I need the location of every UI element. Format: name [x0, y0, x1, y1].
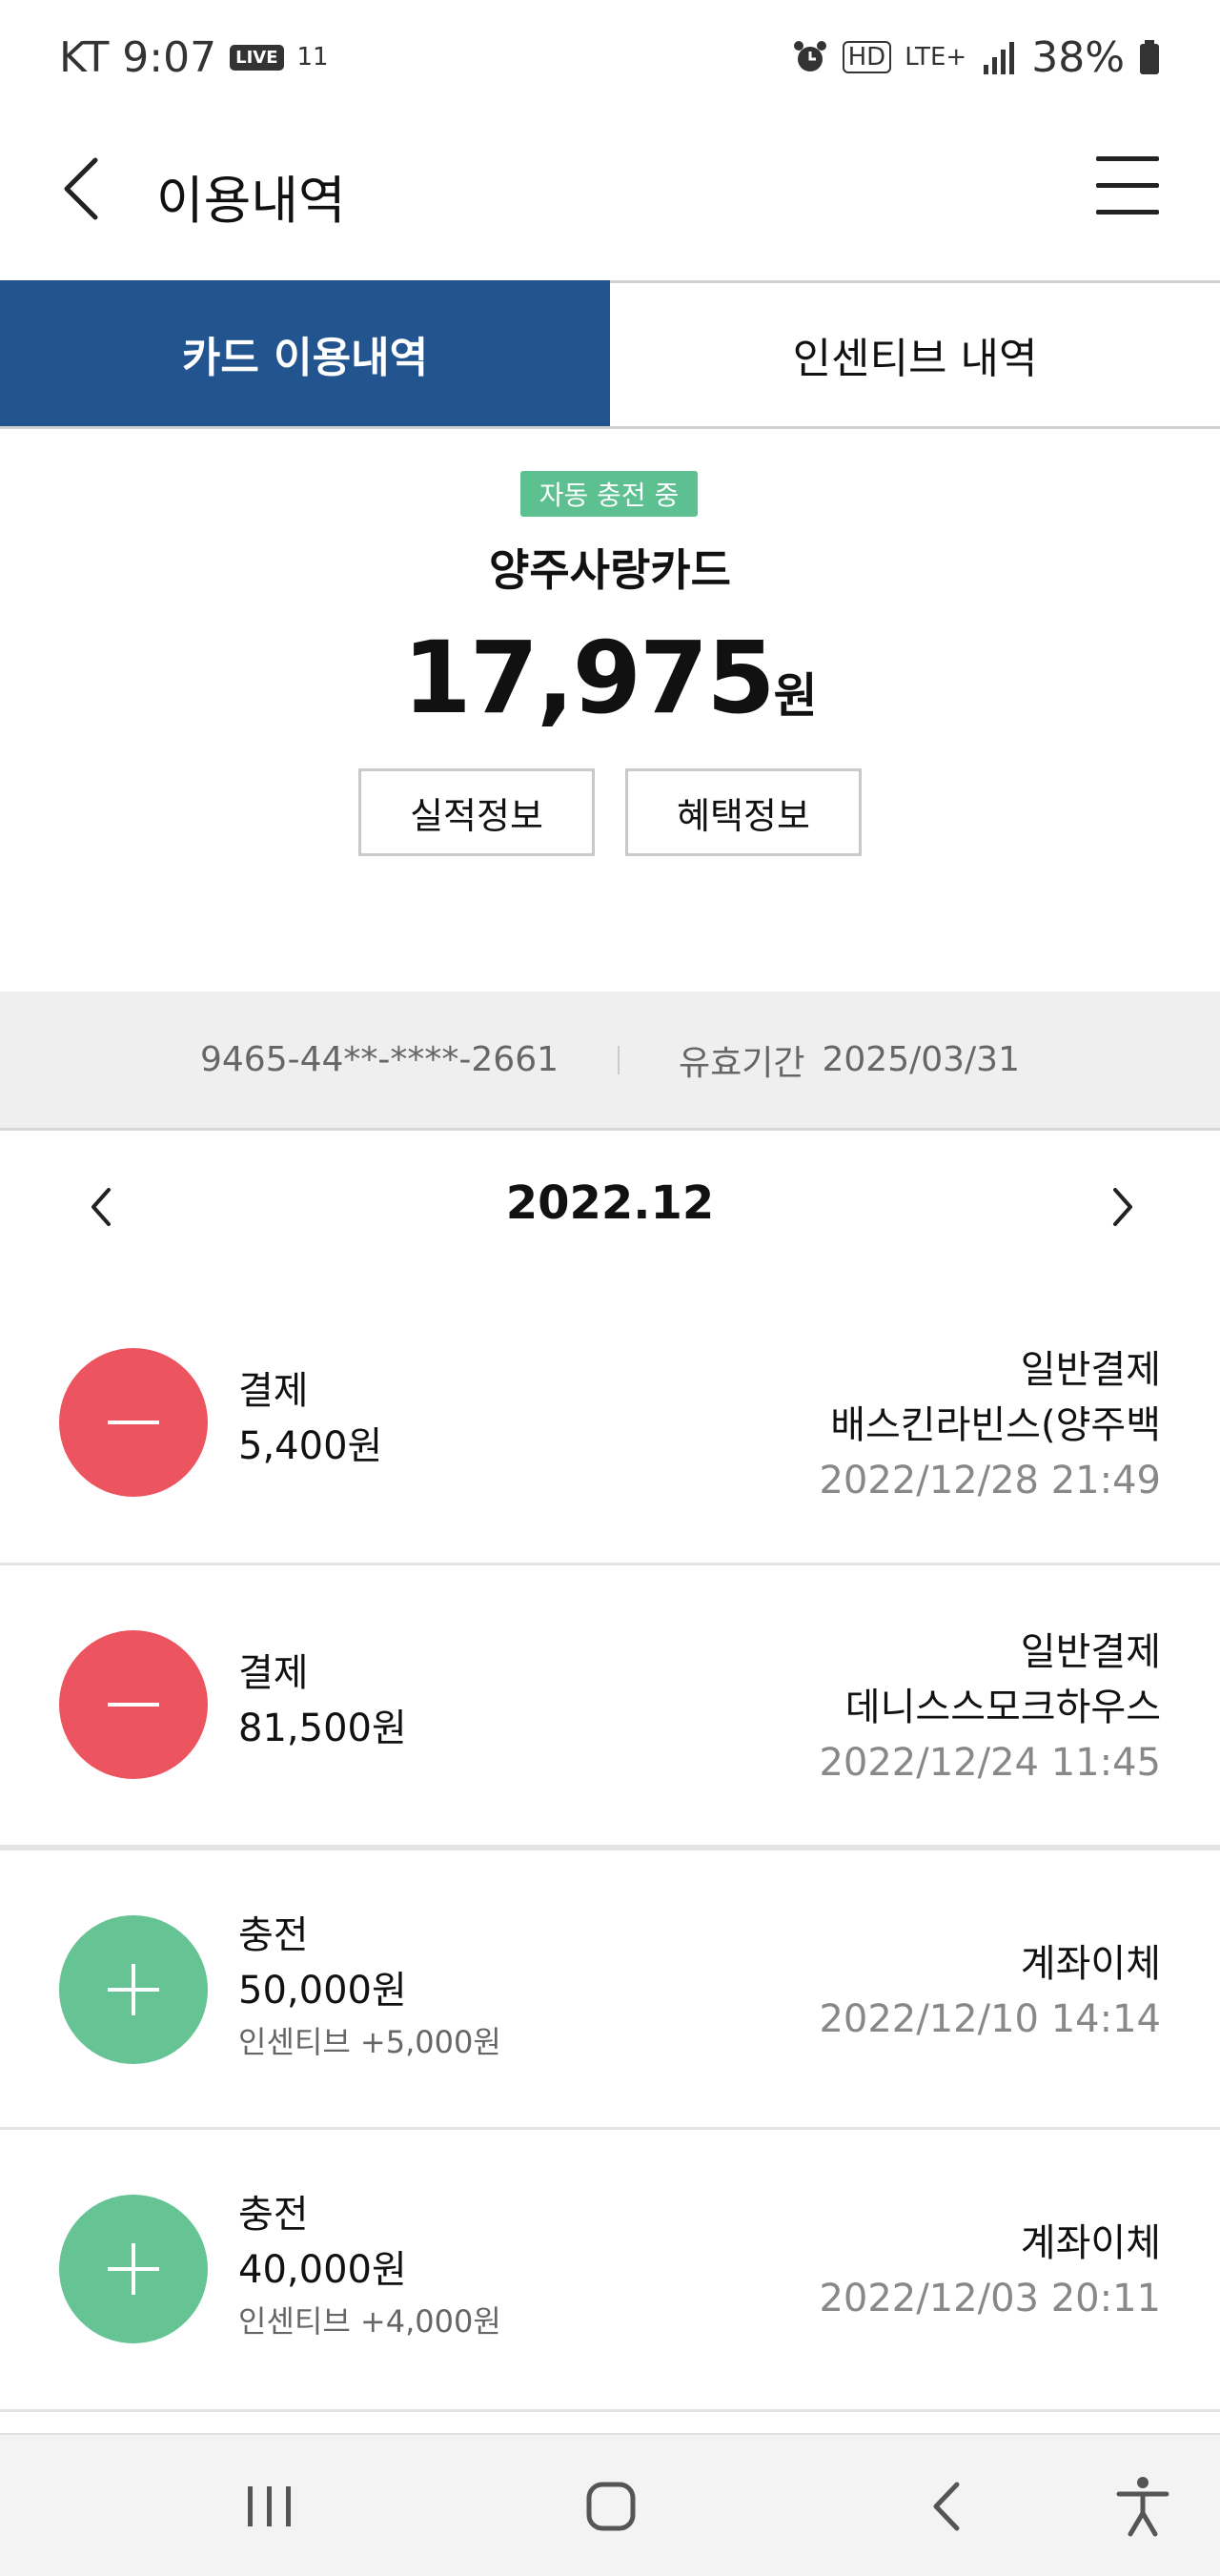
expiry-label: 유효기간	[679, 1043, 805, 1083]
transaction-list: 결제 5,400원 일반결제 배스킨라빈스(양주백 2022/12/28 21:…	[0, 1283, 1220, 2412]
performance-info-button[interactable]: 실적정보	[358, 768, 595, 856]
transaction-left: 충전 40,000원 인센티브 +4,000원	[238, 2187, 501, 2345]
transaction-amount: 81,500원	[238, 1707, 407, 1750]
transaction-datetime: 2022/12/28 21:49	[819, 1459, 1161, 1503]
hd-icon: HD	[842, 41, 892, 73]
card-info-divider	[618, 1045, 620, 1074]
carrier-time: KT 9:07	[59, 32, 217, 82]
card-info-bar: 9465-44**-****-2661 유효기간 2025/03/31	[0, 992, 1220, 1131]
tab-incentive[interactable]: 인센티브 내역	[610, 280, 1220, 426]
minus-circle-icon	[59, 1630, 208, 1779]
card-name: 양주사랑카드	[489, 544, 731, 596]
transaction-right: 계좌이체 2022/12/10 14:14	[819, 1936, 1161, 2047]
transaction-right: 일반결제 데니스스모크하우스 2022/12/24 11:45	[819, 1625, 1161, 1790]
minus-circle-icon	[59, 1348, 208, 1497]
plus-circle-icon	[59, 2195, 208, 2343]
transaction-left: 결제 81,500원	[238, 1646, 407, 1756]
home-icon[interactable]	[578, 2473, 644, 2540]
st11-icon: 11	[296, 43, 329, 72]
tab-card-usage[interactable]: 카드 이용내역	[0, 280, 610, 426]
transaction-amount: 5,400원	[238, 1424, 383, 1468]
app-header: 이용내역	[0, 124, 1220, 254]
transaction-left: 결제 5,400원	[238, 1363, 382, 1474]
month-navigator: 2022.12	[0, 1131, 1220, 1283]
plus-circle-icon	[59, 1915, 208, 2064]
transaction-type: 충전	[238, 1913, 309, 1957]
transaction-amount: 40,000원	[238, 2248, 407, 2292]
transaction-incentive: 인센티브 +4,000원	[238, 2303, 501, 2340]
transaction-datetime: 2022/12/24 11:45	[819, 1741, 1161, 1785]
transaction-merchant: 배스킨라빈스(양주백	[830, 1403, 1161, 1447]
transaction-type: 충전	[238, 2193, 309, 2237]
transaction-datetime: 2022/12/10 14:14	[819, 1997, 1161, 2041]
status-left: KT 9:07 LIVE 11	[59, 33, 329, 82]
recent-apps-icon[interactable]	[236, 2473, 303, 2540]
system-nav-bar	[0, 2433, 1220, 2576]
transaction-amount: 50,000원	[238, 1969, 407, 2013]
transaction-row[interactable]: 충전 50,000원 인센티브 +5,000원 계좌이체 2022/12/10 …	[0, 1848, 1220, 2130]
expiry-date: 2025/03/31	[822, 1040, 1021, 1079]
card-summary: 자동 충전 중 양주사랑카드 17,975원 실적정보 혜택정보	[0, 429, 1220, 992]
transaction-type: 결제	[238, 1369, 309, 1413]
back-arrow-icon[interactable]	[53, 153, 120, 225]
balance-amount: 17,975	[402, 620, 775, 736]
transaction-method: 일반결제	[1020, 1348, 1161, 1392]
balance-unit: 원	[773, 668, 818, 724]
battery-percent: 38%	[1031, 32, 1125, 82]
card-balance: 17,975원	[0, 620, 1220, 736]
transaction-merchant: 데니스스모크하우스	[844, 1686, 1161, 1729]
current-month: 2022.12	[505, 1176, 715, 1230]
alarm-icon	[793, 41, 826, 72]
status-bar: KT 9:07 LIVE 11 HD LTE+ 38%	[0, 0, 1220, 114]
live-icon: LIVE	[230, 44, 284, 71]
chevron-right-icon[interactable]	[1104, 1180, 1142, 1234]
transaction-row[interactable]: 결제 81,500원 일반결제 데니스스모크하우스 2022/12/24 11:…	[0, 1565, 1220, 1848]
transaction-row[interactable]: 충전 40,000원 인센티브 +4,000원 계좌이체 2022/12/03 …	[0, 2130, 1220, 2412]
transaction-method: 계좌이체	[1020, 2221, 1161, 2265]
transaction-row[interactable]: 결제 5,400원 일반결제 배스킨라빈스(양주백 2022/12/28 21:…	[0, 1283, 1220, 1565]
transaction-right: 일반결제 배스킨라빈스(양주백 2022/12/28 21:49	[819, 1342, 1161, 1508]
transaction-method: 계좌이체	[1020, 1942, 1161, 1986]
accessibility-icon[interactable]	[1109, 2473, 1176, 2540]
lte-icon: LTE+	[905, 43, 967, 72]
signal-icon	[984, 42, 1015, 74]
battery-icon	[1140, 40, 1159, 74]
hamburger-menu-icon[interactable]	[1096, 156, 1159, 219]
card-number: 9465-44**-****-2661	[200, 1040, 559, 1079]
benefit-info-button[interactable]: 혜택정보	[625, 768, 862, 856]
transaction-method: 일반결제	[1020, 1630, 1161, 1674]
transaction-right: 계좌이체 2022/12/03 20:11	[819, 2216, 1161, 2326]
transaction-incentive: 인센티브 +5,000원	[238, 2024, 501, 2060]
auto-charge-badge: 자동 충전 중	[520, 471, 698, 517]
nav-back-icon[interactable]	[915, 2473, 982, 2540]
transaction-left: 충전 50,000원 인센티브 +5,000원	[238, 1908, 501, 2066]
page-title: 이용내역	[156, 171, 346, 231]
status-right: HD LTE+ 38%	[791, 33, 1161, 82]
transaction-type: 결제	[238, 1651, 309, 1695]
tab-bar: 카드 이용내역 인센티브 내역	[0, 280, 1220, 429]
transaction-datetime: 2022/12/03 20:11	[819, 2277, 1161, 2320]
